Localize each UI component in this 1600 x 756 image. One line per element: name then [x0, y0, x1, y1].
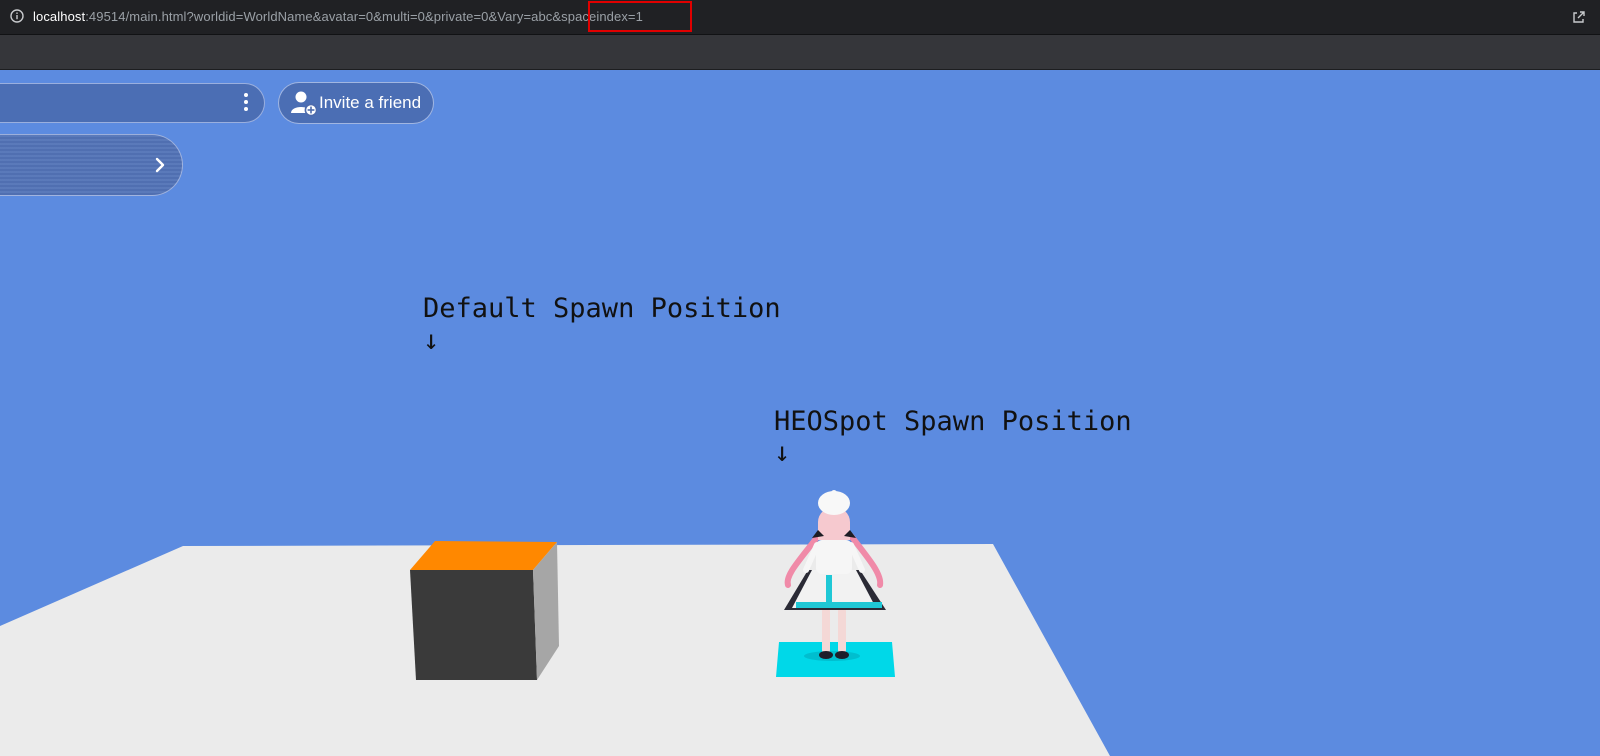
cube-front — [410, 570, 537, 680]
address-bar[interactable]: localhost:49514/main.html?worldid=WorldN… — [0, 0, 1600, 35]
heospot-spawn-label: HEOSpot Spawn Position — [774, 406, 1132, 437]
url-host: localhost — [33, 9, 86, 24]
side-panel-toggle[interactable] — [0, 134, 183, 196]
world-viewport[interactable]: Invite a friend Default Spawn Position ↓… — [0, 70, 1600, 756]
invite-friend-button[interactable]: Invite a friend — [278, 82, 435, 124]
info-icon[interactable] — [10, 9, 24, 23]
bookmarks-bar — [0, 35, 1600, 70]
add-user-icon — [291, 91, 317, 117]
app-window: localhost:49514/main.html?worldid=WorldN… — [0, 0, 1600, 756]
spaceindex-highlight-box — [588, 1, 692, 32]
invite-button-label: Invite a friend — [319, 93, 422, 112]
heospot-spawn-arrow: ↓ — [774, 437, 791, 468]
share-icon[interactable] — [1571, 9, 1587, 25]
url-text[interactable]: localhost:49514/main.html?worldid=WorldN… — [33, 9, 643, 24]
url-path: :49514/main.html?worldid=WorldName&avata… — [85, 9, 643, 24]
cube-object[interactable] — [410, 541, 559, 680]
cube-top — [410, 541, 557, 570]
default-spawn-label: Default Spawn Position — [423, 293, 781, 324]
more-options-icon[interactable] — [243, 93, 249, 113]
default-spawn-arrow: ↓ — [423, 325, 440, 356]
chevron-right-icon — [155, 157, 165, 173]
world-menu-bar[interactable] — [0, 83, 265, 123]
